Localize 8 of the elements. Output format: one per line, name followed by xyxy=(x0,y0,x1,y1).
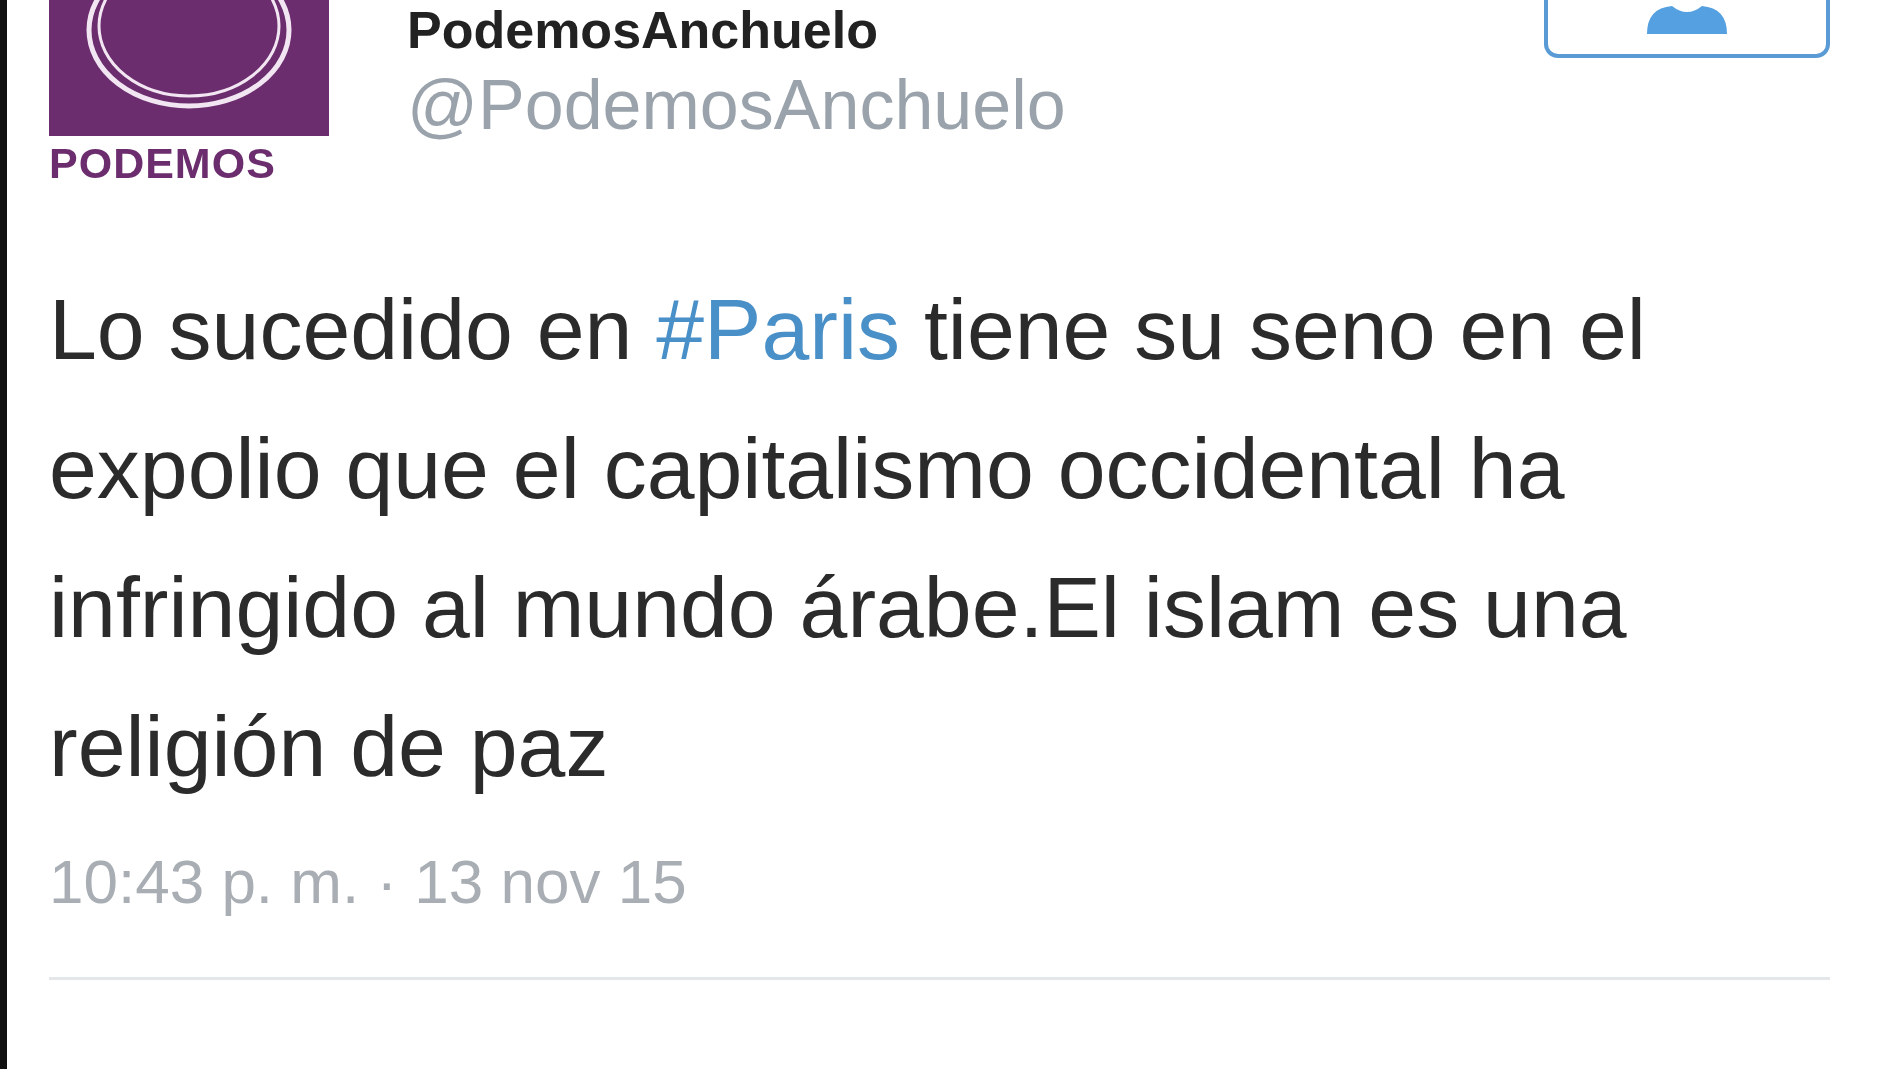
account-handle: @PodemosAnchuelo xyxy=(407,65,1067,146)
hashtag-link[interactable]: #Paris xyxy=(656,281,900,377)
tweet-text: Lo sucedido en #Paris tiene su seno en el expolio que el capitalismo occidental ha infringido al mundo árabe.El islam es una religión de paz xyxy=(49,280,1647,796)
follow-button[interactable] xyxy=(1544,0,1830,58)
account-name: PodemosAnchuelo xyxy=(407,0,879,60)
logo-text: PODEMOS xyxy=(49,138,277,189)
tweet-timestamp: 10:43 p. m. · 13 nov 15 xyxy=(49,846,688,917)
logo-icon xyxy=(49,0,329,136)
